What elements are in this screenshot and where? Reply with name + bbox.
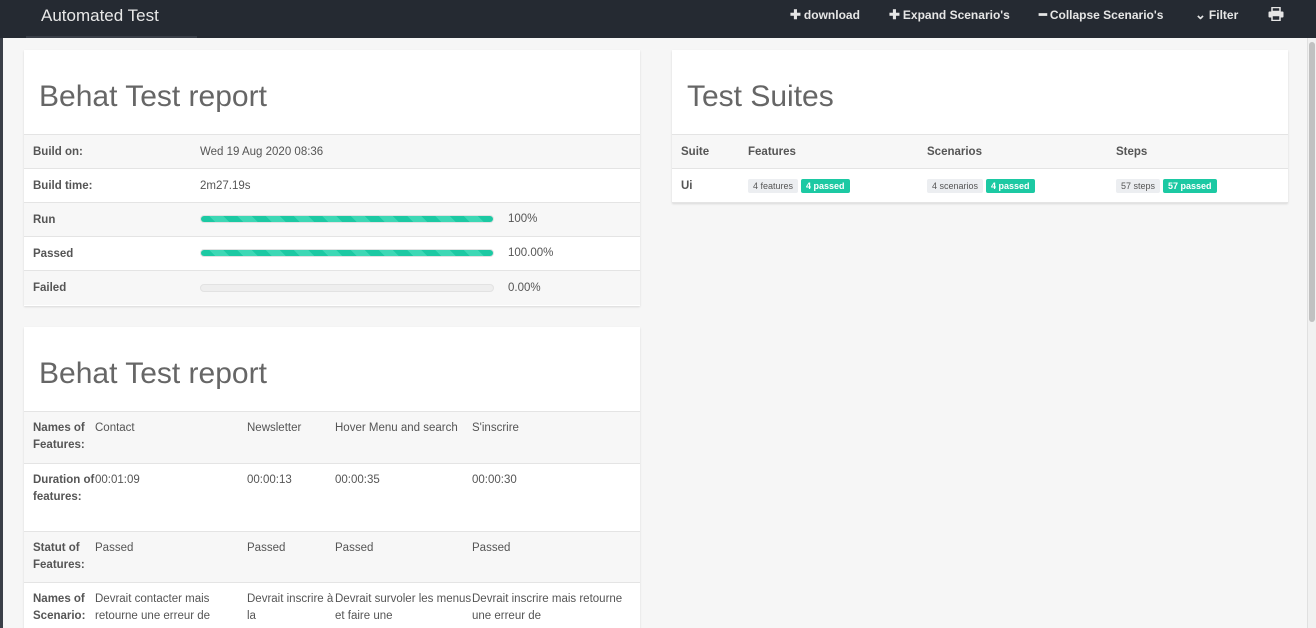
run-progress-fill xyxy=(201,216,493,223)
failed-progress-bar xyxy=(200,283,494,292)
features-title: Behat Test report xyxy=(39,357,267,390)
feature-status-label: Statut of Features: xyxy=(24,531,95,583)
suites-table: Suite Features Scenarios Steps Ui 4 feat… xyxy=(672,134,1288,203)
filter-button[interactable]: ⌄ Filter xyxy=(1195,7,1238,23)
printer-icon[interactable] xyxy=(1268,7,1284,21)
report-title: Behat Test report xyxy=(39,80,267,113)
run-percent: 100% xyxy=(508,213,538,226)
scenarios-header: Scenarios xyxy=(927,134,1116,169)
suite-header: Suite xyxy=(672,134,748,169)
scenario-names-label: Names of Scenario: xyxy=(24,582,95,628)
suite-name[interactable]: Ui xyxy=(672,168,748,203)
run-row: Run 100% xyxy=(24,202,640,237)
passed-progress-fill xyxy=(201,250,493,257)
feature-name: Newsletter xyxy=(247,411,335,464)
build-on-row: Build on: Wed 19 Aug 2020 08:36 xyxy=(24,134,640,169)
expand-scenarios-button[interactable]: ✚ Expand Scenario's xyxy=(889,7,1010,23)
feature-status: Passed xyxy=(247,531,335,583)
feature-name: Contact xyxy=(95,411,247,464)
plus-icon: ✚ xyxy=(790,7,801,22)
suites-title: Test Suites xyxy=(687,80,834,113)
feature-durations-row: Duration of features: 00:01:09 00:00:13 … xyxy=(24,463,640,532)
build-on-label: Build on: xyxy=(24,134,200,169)
brand-title[interactable]: Automated Test xyxy=(41,6,159,26)
scenarios-passed-badge: 4 passed xyxy=(986,178,1035,193)
scenario-name: Devrait contacter mais retourne une erre… xyxy=(95,582,247,628)
features-passed-badge: 4 passed xyxy=(801,178,850,193)
scenario-name: Devrait inscrire à la xyxy=(247,582,335,628)
chevron-down-icon: ⌄ xyxy=(1195,7,1206,22)
features-panel: Behat Test report Names of Features: Con… xyxy=(24,327,640,628)
scrollbar-thumb[interactable] xyxy=(1309,42,1315,322)
scenario-name: Devrait inscrire mais retourne une erreu… xyxy=(472,582,640,628)
left-edge xyxy=(0,38,3,628)
feature-status: Passed xyxy=(335,531,472,583)
feature-names-row: Names of Features: Contact Newsletter Ho… xyxy=(24,411,640,464)
plus-icon: ✚ xyxy=(889,7,900,22)
failed-percent: 0.00% xyxy=(508,281,541,294)
passed-percent: 100.00% xyxy=(508,247,554,260)
collapse-scenarios-button[interactable]: ━ Collapse Scenario's xyxy=(1039,7,1163,23)
report-panel: Behat Test report Build on: Wed 19 Aug 2… xyxy=(24,50,640,306)
minus-icon: ━ xyxy=(1039,7,1047,22)
features-table: Names of Features: Contact Newsletter Ho… xyxy=(24,411,640,628)
build-on-value: Wed 19 Aug 2020 08:36 xyxy=(200,134,640,169)
suites-panel: Test Suites Suite Features Scenarios Ste… xyxy=(672,50,1288,203)
passed-row: Passed 100.00% xyxy=(24,236,640,271)
top-navbar: Automated Test ✚ download ✚ Expand Scenari… xyxy=(0,0,1316,38)
steps-total-badge: 57 steps xyxy=(1116,178,1161,193)
feature-duration: 00:00:35 xyxy=(335,463,472,532)
scenarios-total-badge: 4 scenarios xyxy=(927,178,984,193)
steps-header: Steps xyxy=(1116,134,1288,169)
scenario-names-row: Names of Scenario: Devrait contacter mai… xyxy=(24,582,640,628)
brand-underline xyxy=(26,36,197,38)
features-header: Features xyxy=(748,134,927,169)
collapse-label: Collapse Scenario's xyxy=(1049,8,1164,22)
feature-status-row: Statut of Features: Passed Passed Passed… xyxy=(24,531,640,583)
build-time-row: Build time: 2m27.19s xyxy=(24,168,640,203)
build-time-label: Build time: xyxy=(24,168,200,203)
feature-name: Hover Menu and search xyxy=(335,411,472,464)
passed-progress-bar xyxy=(200,249,494,258)
feature-name: S'inscrire xyxy=(472,411,640,464)
features-total-badge: 4 features xyxy=(748,178,799,193)
expand-label: Expand Scenario's xyxy=(902,8,1010,22)
suites-header-row: Suite Features Scenarios Steps xyxy=(672,134,1288,169)
build-time-value: 2m27.19s xyxy=(200,168,640,203)
feature-duration: 00:01:09 xyxy=(95,463,247,532)
feature-names-label: Names of Features: xyxy=(24,411,95,464)
run-progress-bar xyxy=(200,215,494,224)
feature-status: Passed xyxy=(472,531,640,583)
passed-label: Passed xyxy=(24,236,200,271)
feature-duration: 00:00:30 xyxy=(472,463,640,532)
feature-duration: 00:00:13 xyxy=(247,463,335,532)
suite-row[interactable]: Ui 4 features 4 passed 4 scenarios 4 passe… xyxy=(672,168,1288,203)
steps-passed-badge: 57 passed xyxy=(1163,178,1217,193)
run-label: Run xyxy=(24,202,200,237)
download-button[interactable]: ✚ download xyxy=(790,7,860,23)
feature-status: Passed xyxy=(95,531,247,583)
scenario-name: Devrait survoler les menus et faire une xyxy=(335,582,472,628)
failed-label: Failed xyxy=(24,270,200,305)
feature-durations-label: Duration of features: xyxy=(24,463,95,532)
report-summary-table: Build on: Wed 19 Aug 2020 08:36 Build ti… xyxy=(24,134,640,305)
failed-row: Failed 0.00% xyxy=(24,270,640,305)
download-label: download xyxy=(803,8,860,22)
filter-label: Filter xyxy=(1208,8,1239,22)
